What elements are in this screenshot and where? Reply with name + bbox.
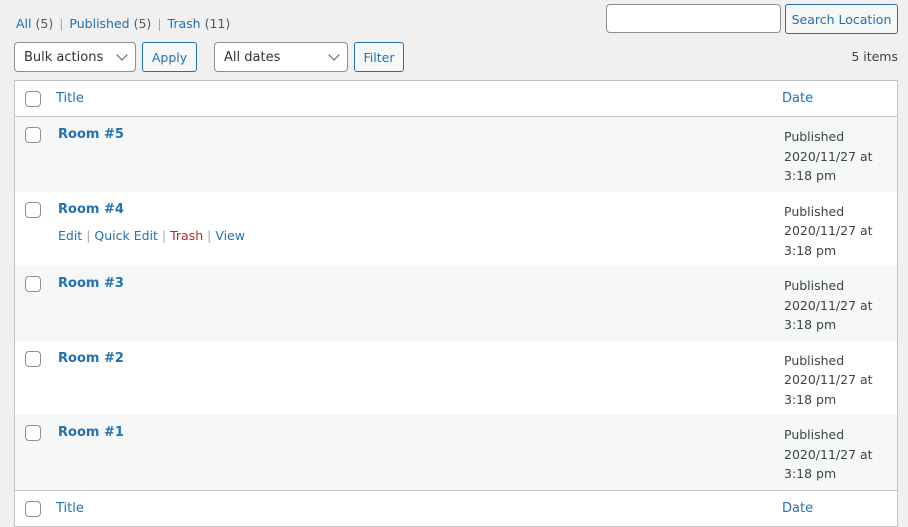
table-row: Room #4 Published 2020/11/27 at 3:18 pm Edi… — [15, 192, 897, 267]
quick-edit-link[interactable]: Quick Edit — [94, 228, 158, 243]
chevron-down-icon — [116, 49, 128, 61]
select-all-checkbox[interactable] — [25, 91, 41, 107]
post-title-link[interactable]: Room #2 — [58, 351, 124, 366]
apply-button[interactable]: Apply — [142, 42, 197, 72]
item-count: 5 items — [851, 49, 898, 64]
status-filter-links: All (5) | Published (5) | Trash (11) — [16, 16, 230, 31]
table-header: Title Date — [15, 81, 897, 117]
post-date-value: 2020/11/27 at — [784, 223, 873, 238]
column-title-sort[interactable]: Title — [56, 501, 84, 516]
row-checkbox[interactable] — [25, 350, 41, 367]
row-checkbox[interactable] — [25, 201, 41, 218]
view-count: (11) — [204, 16, 231, 31]
bulk-actions-value: Bulk actions — [24, 49, 104, 65]
filter-button[interactable]: Filter — [354, 42, 404, 72]
table-row: Room #5 Published 2020/11/27 at 3:18 pm — [15, 117, 897, 192]
post-status: Published — [784, 129, 845, 144]
post-time: 3:18 pm — [784, 466, 837, 481]
view-published-link[interactable]: Published (5) — [69, 16, 151, 31]
post-status: Published — [784, 427, 845, 442]
post-date: Published 2020/11/27 at 3:18 pm — [784, 351, 873, 410]
view-all-link[interactable]: All (5) — [16, 16, 53, 31]
row-checkbox[interactable] — [25, 425, 41, 441]
search-location-button[interactable]: Search Location — [785, 4, 898, 34]
bulk-actions-select[interactable]: Bulk actions — [14, 42, 136, 72]
post-date-value: 2020/11/27 at — [784, 372, 873, 387]
view-label: Published — [69, 16, 130, 31]
table-row: Room #3 Published 2020/11/27 at 3:18 pm — [15, 266, 897, 341]
post-status: Published — [784, 278, 845, 293]
post-time: 3:18 pm — [784, 391, 837, 407]
post-title-link[interactable]: Room #4 — [58, 202, 124, 217]
post-status: Published — [784, 203, 845, 219]
post-date-value: 2020/11/27 at — [784, 297, 873, 313]
table-footer: Title Date — [15, 489, 897, 526]
post-date: Published 2020/11/27 at 3:18 pm — [784, 127, 873, 186]
column-date-sort[interactable]: Date — [782, 501, 813, 516]
row-checkbox[interactable] — [25, 276, 41, 292]
post-time: 3:18 pm — [784, 317, 837, 332]
table-row: Room #2 Published 2020/11/27 at 3:18 pm — [15, 341, 897, 416]
edit-link[interactable]: Edit — [58, 228, 82, 243]
column-date-sort[interactable]: Date — [782, 91, 813, 106]
search-input[interactable] — [606, 4, 781, 33]
posts-table: Title Date Room #5 Published 2020/11/27 a… — [14, 80, 898, 527]
post-title-link[interactable]: Room #1 — [58, 425, 124, 440]
post-status: Published — [784, 352, 845, 368]
view-trash-link[interactable]: Trash (11) — [168, 16, 231, 31]
view-label: All — [16, 16, 32, 31]
select-all-checkbox[interactable] — [25, 500, 41, 517]
post-title-link[interactable]: Room #5 — [58, 127, 124, 142]
post-title-link[interactable]: Room #3 — [58, 276, 124, 291]
column-title-sort[interactable]: Title — [56, 91, 84, 106]
post-time: 3:18 pm — [784, 242, 837, 258]
post-date: Published 2020/11/27 at 3:18 pm — [784, 276, 873, 335]
post-date-value: 2020/11/27 at — [784, 446, 873, 462]
dates-select[interactable]: All dates — [214, 42, 348, 72]
post-date: Published 2020/11/27 at 3:18 pm — [784, 202, 873, 261]
separator: | — [157, 16, 162, 31]
trash-link[interactable]: Trash — [170, 228, 203, 243]
dates-value: All dates — [224, 49, 281, 65]
post-date: Published 2020/11/27 at 3:18 pm — [784, 425, 873, 484]
view-label: Trash — [167, 16, 201, 31]
view-count: (5) — [133, 16, 152, 31]
separator: | — [59, 16, 64, 31]
post-date-value: 2020/11/27 at — [784, 148, 873, 164]
row-checkbox[interactable] — [25, 127, 41, 143]
view-count: (5) — [35, 16, 54, 31]
post-time: 3:18 pm — [784, 168, 837, 183]
table-row: Room #1 Published 2020/11/27 at 3:18 pm — [15, 415, 897, 490]
row-actions: Edit | Quick Edit | Trash | View — [58, 227, 245, 243]
chevron-down-icon — [328, 49, 340, 61]
view-link[interactable]: View — [215, 228, 245, 243]
